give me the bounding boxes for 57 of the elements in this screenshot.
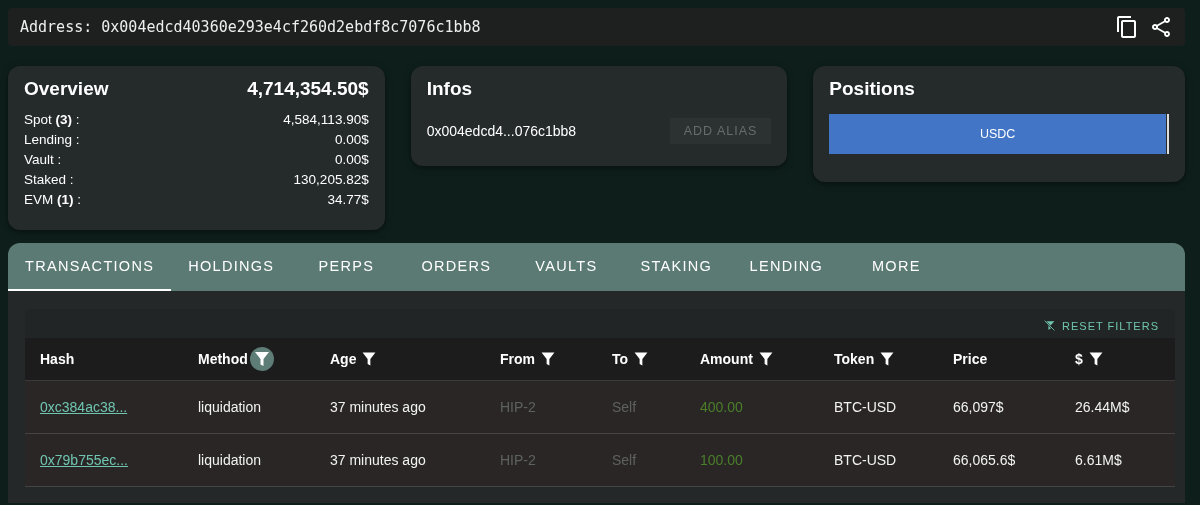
column-header: To [612,351,629,367]
column-header: Token [834,351,875,367]
tab[interactable]: VAULTS [511,243,622,291]
table-cell: 66,065.6$ [953,452,1016,468]
address-text: Address: 0x004edcd40360e293e4cf260d2ebdf8c7076c1bb8 [20,18,481,36]
column-header: Age [330,351,357,367]
overview-label: EVM (1) : [24,191,82,209]
column-header: Method [198,351,248,367]
position-segment: USDC [829,114,1166,154]
tab[interactable]: ORDERS [401,243,512,291]
table-cell: Self [612,452,637,468]
overview-label: Vault : [24,151,62,169]
table-cell: 100.00 [700,452,743,468]
table-cell: 37 minutes ago [330,399,426,415]
tab[interactable]: STAKING [621,243,732,291]
table-cell: BTC-USD [834,399,897,415]
table-cell: liquidation [198,452,262,468]
positions-title: Positions [829,78,915,99]
tab[interactable]: MORE [841,243,952,291]
overview-value: 0.00$ [334,131,369,149]
table-cell: BTC-USD [834,452,897,468]
column-header: From [500,351,535,367]
column-header: $ [1075,351,1083,367]
share-icon[interactable] [1149,15,1173,39]
overview-label: Lending : [24,131,80,149]
table-cell: 26.44M$ [1075,399,1130,415]
table-cell: 6.61M$ [1075,452,1122,468]
table-cell: Self [612,399,637,415]
table-cell: HIP-2 [500,399,536,415]
filter-icon[interactable] [249,347,274,371]
overview-value: 4,584,113.90$ [283,111,369,129]
column-header: Hash [40,351,75,367]
tab[interactable]: LENDING [731,243,842,291]
overview-label: Staked : [24,171,74,189]
table-cell: 400.00 [700,399,743,415]
copy-icon[interactable] [1115,15,1139,39]
tab[interactable]: HOLDINGS [171,243,292,291]
table-cell: HIP-2 [500,452,536,468]
table-cell: liquidation [198,399,262,415]
hash-link[interactable]: 0xc384ac38... [40,399,128,415]
infos-title: Infos [426,78,473,99]
hash-link[interactable]: 0x79b755ec... [40,452,128,468]
overview-title: Overview [24,78,109,100]
tab[interactable]: PERPS [291,243,402,291]
overview-value: 130,205.82$ [293,171,369,189]
reset-filters-button[interactable]: RESET FILTERS [1043,319,1159,332]
overview-value: 0.00$ [334,151,369,169]
overview-total: 4,714,354.50$ [247,78,369,100]
overview-label: Spot (3) : [24,111,80,129]
filter-off-icon [1043,319,1057,332]
short-address: 0x004edcd4...076c1bb8 [426,123,577,139]
table-cell: 66,097$ [953,399,1004,415]
column-header: Amount [700,351,753,367]
tab[interactable]: TRANSACTIONS [8,243,172,291]
table-cell: 37 minutes ago [330,452,426,468]
column-header: Price [953,351,988,367]
overview-value: 34.77$ [327,191,369,209]
